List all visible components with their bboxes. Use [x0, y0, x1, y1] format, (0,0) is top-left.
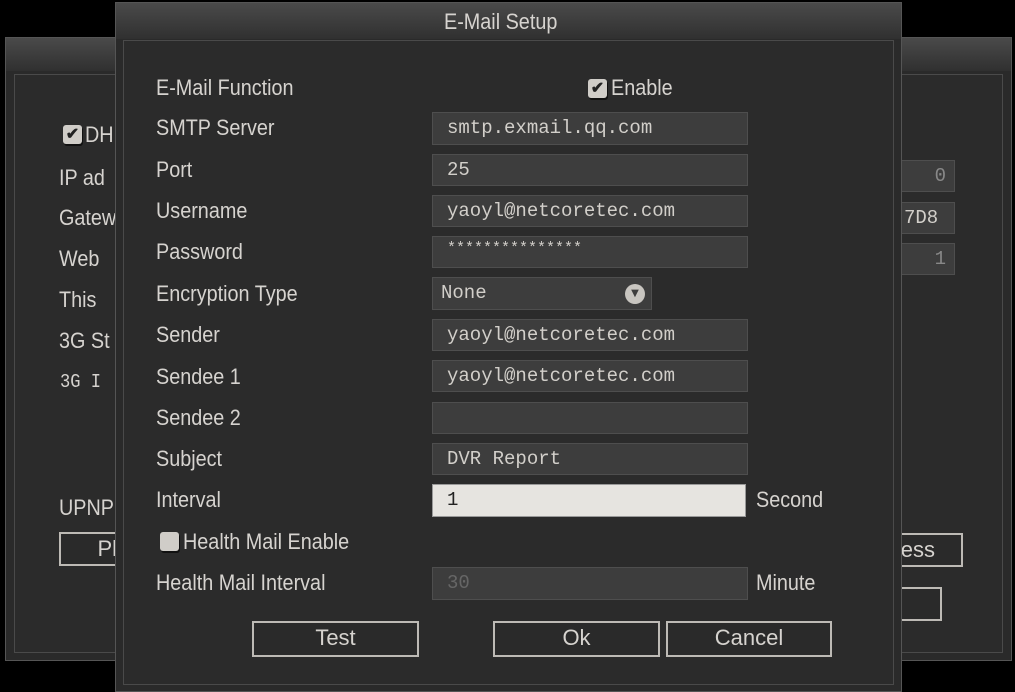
interval-unit: Second: [756, 487, 824, 512]
ip-field[interactable]: 0: [895, 160, 955, 192]
smtp-server-input[interactable]: smtp.exmail.qq.com: [432, 112, 748, 145]
dhcp-label: DH: [85, 122, 114, 147]
chevron-down-icon[interactable]: ▼: [625, 284, 645, 304]
sendee2-label: Sendee 2: [156, 405, 241, 430]
health-mail-enable-label: Health Mail Enable: [183, 529, 350, 554]
health-mail-interval-input[interactable]: 30: [432, 567, 748, 600]
email-function-label: E-Mail Function: [156, 75, 294, 100]
dns-field[interactable]: 1: [895, 243, 955, 275]
dhcp-checkbox[interactable]: ✔: [63, 125, 82, 144]
username-label: Username: [156, 198, 248, 223]
cancel-button[interactable]: Cancel: [666, 621, 832, 657]
sendee1-input[interactable]: yaoyl@netcoretec.com: [432, 360, 748, 392]
upnp-label: UPNP: [59, 495, 115, 520]
3g-ip-label: 3G I: [60, 371, 102, 393]
port-input[interactable]: 25: [432, 154, 748, 186]
this-label: This: [59, 287, 97, 312]
subject-label: Subject: [156, 446, 223, 471]
dialog-titlebar: E-Mail Setup: [116, 3, 901, 39]
username-input[interactable]: yaoyl@netcoretec.com: [432, 195, 748, 227]
ok-button[interactable]: Ok: [493, 621, 660, 657]
dialog-title: E-Mail Setup: [444, 9, 558, 34]
encryption-type-label: Encryption Type: [156, 281, 298, 306]
password-input[interactable]: ***************: [432, 236, 748, 268]
subject-input[interactable]: DVR Report: [432, 443, 748, 475]
smtp-server-label: SMTP Server: [156, 115, 275, 140]
sender-label: Sender: [156, 322, 220, 347]
health-mail-interval-label: Health Mail Interval: [156, 570, 326, 595]
port-label: Port: [156, 157, 193, 182]
encryption-type-select[interactable]: None ▼: [432, 277, 652, 310]
encryption-type-value: None: [441, 282, 487, 304]
test-button[interactable]: Test: [252, 621, 419, 657]
web-port-label: Web: [59, 246, 100, 271]
mac-field[interactable]: 7D8: [895, 202, 955, 234]
email-enable-label: Enable: [611, 75, 673, 100]
health-interval-unit: Minute: [756, 570, 816, 595]
sendee2-input[interactable]: [432, 402, 748, 434]
gateway-label: Gatew: [59, 205, 117, 230]
interval-input[interactable]: 1: [432, 484, 746, 517]
health-mail-checkbox[interactable]: [160, 532, 179, 551]
password-label: Password: [156, 239, 243, 264]
email-enable-checkbox[interactable]: ✔: [588, 79, 607, 98]
ip-address-label: IP ad: [59, 165, 105, 190]
sendee1-label: Sendee 1: [156, 364, 241, 389]
3g-status-label: 3G St: [59, 328, 110, 353]
interval-label: Interval: [156, 487, 221, 512]
sender-input[interactable]: yaoyl@netcoretec.com: [432, 319, 748, 351]
